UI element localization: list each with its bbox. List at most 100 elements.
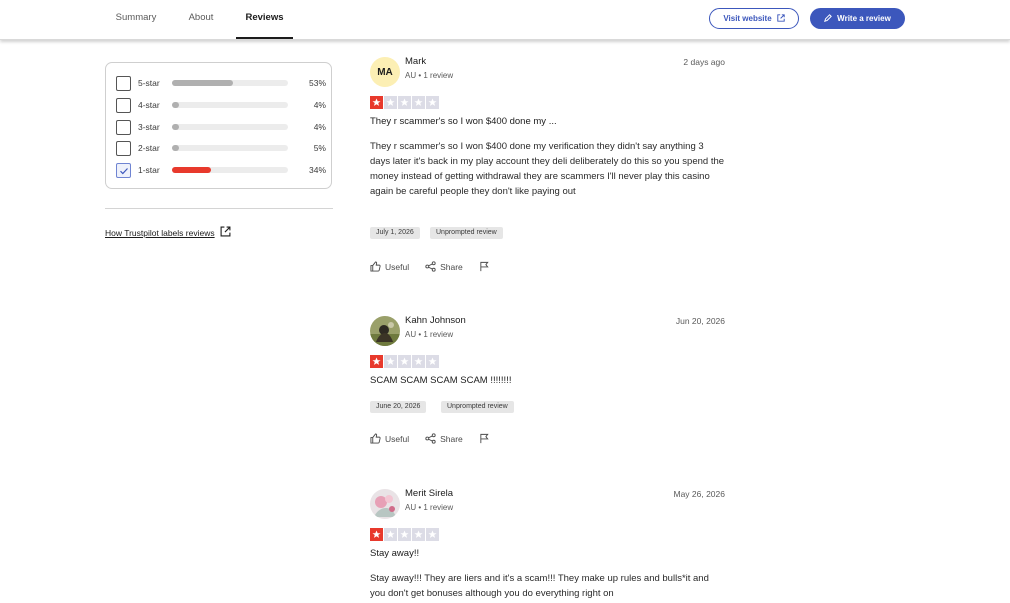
external-link-icon xyxy=(220,226,231,239)
review-title[interactable]: Stay away!! xyxy=(370,548,419,559)
star-icon xyxy=(398,528,411,541)
star-icon xyxy=(384,96,397,109)
star-icon xyxy=(426,96,439,109)
report-button[interactable] xyxy=(479,261,490,272)
filter-checkbox-checked[interactable] xyxy=(116,162,131,178)
unprompted-review-chip[interactable]: Unprompted review xyxy=(430,227,503,239)
how-labels-reviews-link[interactable]: How Trustpilot labels reviews xyxy=(105,226,231,239)
review-date: 2 days ago xyxy=(683,57,725,67)
reviewer-meta: AU • 1 review xyxy=(405,503,454,512)
filter-percent: 34% xyxy=(308,165,326,175)
review-title[interactable]: SCAM SCAM SCAM SCAM !!!!!!!! xyxy=(370,375,511,386)
filter-label: 3-star xyxy=(138,122,160,132)
share-button[interactable]: Share xyxy=(425,433,463,444)
filter-bar-fill xyxy=(172,102,179,108)
filter-percent: 4% xyxy=(313,122,326,132)
review-actions: Useful Share xyxy=(370,261,506,272)
avatar[interactable] xyxy=(370,489,400,519)
star-icon xyxy=(426,355,439,368)
avatar[interactable]: MA xyxy=(370,57,400,87)
filter-bar-fill xyxy=(172,80,234,86)
filter-percent: 4% xyxy=(313,100,326,110)
share-label: Share xyxy=(440,261,463,272)
visit-website-button[interactable]: Visit website xyxy=(709,8,799,29)
report-button[interactable] xyxy=(479,433,490,444)
star-icon xyxy=(398,96,411,109)
reviewer-name[interactable]: Merit Sirela xyxy=(405,488,453,499)
review-title[interactable]: They r scammer's so I won $400 done my .… xyxy=(370,116,557,127)
share-button[interactable]: Share xyxy=(425,261,463,272)
tab-reviews[interactable]: Reviews xyxy=(236,0,293,39)
filter-percent: 5% xyxy=(313,143,326,153)
star-icon xyxy=(370,528,383,541)
filter-row-5-star[interactable]: 5-star 53% xyxy=(116,75,326,91)
filter-bar-track xyxy=(172,145,288,151)
star-icon xyxy=(370,96,383,109)
star-icon xyxy=(412,528,425,541)
flag-icon xyxy=(480,433,489,444)
star-icon xyxy=(370,355,383,368)
useful-button[interactable]: Useful xyxy=(370,433,409,444)
review-actions: Useful Share xyxy=(370,433,506,444)
star-icon xyxy=(384,355,397,368)
reviewer-name[interactable]: Kahn Johnson xyxy=(405,315,466,326)
thumbs-up-icon xyxy=(370,261,381,272)
star-icon xyxy=(426,528,439,541)
how-labels-reviews-label: How Trustpilot labels reviews xyxy=(105,227,215,238)
star-rating xyxy=(370,355,439,368)
pencil-icon xyxy=(824,13,833,24)
share-icon xyxy=(425,433,436,444)
star-filter-card: 5-star 53% 4-star 4% 3-star 4% 2-star 5%… xyxy=(105,62,332,189)
filter-label: 5-star xyxy=(138,78,160,88)
review-date: Jun 20, 2026 xyxy=(675,316,725,326)
unprompted-review-chip[interactable]: Unprompted review xyxy=(441,401,514,413)
share-icon xyxy=(425,261,436,272)
filter-divider xyxy=(105,208,333,209)
review-date: May 26, 2026 xyxy=(673,489,725,499)
star-icon xyxy=(398,355,411,368)
filter-label: 2-star xyxy=(138,143,160,153)
filter-row-2-star[interactable]: 2-star 5% xyxy=(116,140,326,156)
filter-label: 4-star xyxy=(138,100,160,110)
experience-date-chip: July 1, 2026 xyxy=(370,227,420,239)
star-icon xyxy=(412,355,425,368)
star-rating xyxy=(370,528,439,541)
filter-percent: 53% xyxy=(308,78,326,88)
useful-label: Useful xyxy=(385,433,410,444)
star-rating xyxy=(370,96,439,109)
write-review-label: Write a review xyxy=(837,14,891,23)
write-review-button[interactable]: Write a review xyxy=(810,8,905,29)
reviewer-meta: AU • 1 review xyxy=(405,330,454,339)
filter-label: 1-star xyxy=(138,165,160,175)
thumbs-up-icon xyxy=(370,433,381,444)
filter-checkbox[interactable] xyxy=(116,75,131,91)
review-card: MA Mark AU • 1 review 2 days ago They r … xyxy=(370,56,725,277)
experience-date-chip: June 20, 2026 xyxy=(370,401,427,413)
review-card: Kahn Johnson AU • 1 review Jun 20, 2026 … xyxy=(370,315,725,446)
filter-checkbox[interactable] xyxy=(116,97,131,113)
star-icon xyxy=(412,96,425,109)
useful-button[interactable]: Useful xyxy=(370,261,409,272)
tab-summary[interactable]: Summary xyxy=(114,0,158,39)
filter-row-4-star[interactable]: 4-star 4% xyxy=(116,97,326,113)
filter-bar-fill xyxy=(172,145,179,151)
filter-bar-track xyxy=(172,80,288,86)
review-card: Merit Sirela AU • 1 review May 26, 2026 … xyxy=(370,488,725,603)
top-navigation: Summary About Reviews Visit website Writ… xyxy=(0,0,1010,40)
filter-bar-track xyxy=(172,124,288,130)
avatar[interactable] xyxy=(370,316,400,346)
review-body: They r scammer's so I won $400 done my v… xyxy=(370,141,725,197)
visit-website-label: Visit website xyxy=(723,14,772,23)
filter-row-3-star[interactable]: 3-star 4% xyxy=(116,119,326,135)
filter-row-1-star[interactable]: 1-star 34% xyxy=(116,162,326,178)
reviewer-meta: AU • 1 review xyxy=(405,71,454,80)
reviewer-name[interactable]: Mark xyxy=(405,56,426,67)
filter-bar-track xyxy=(172,167,288,173)
filter-checkbox[interactable] xyxy=(116,140,131,156)
review-body: Stay away!!! They are liers and it's a s… xyxy=(370,573,709,599)
share-label: Share xyxy=(440,433,463,444)
filter-bar-fill xyxy=(172,124,179,130)
filter-checkbox[interactable] xyxy=(116,119,131,135)
flag-icon xyxy=(480,261,489,272)
tab-about[interactable]: About xyxy=(186,0,216,39)
